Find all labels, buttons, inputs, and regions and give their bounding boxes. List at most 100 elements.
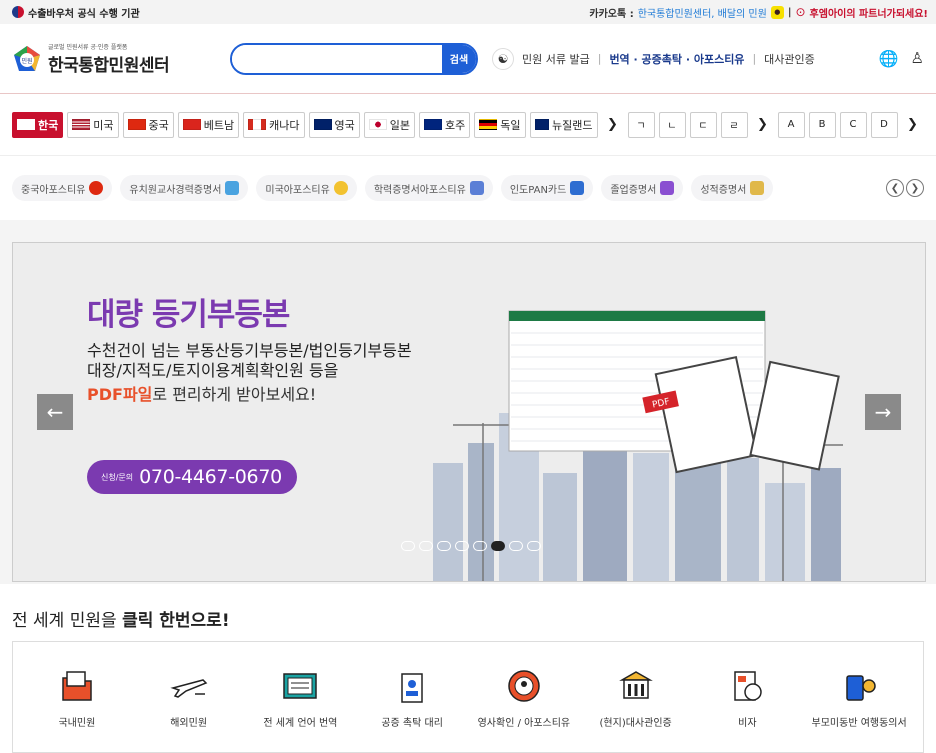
globe-icon[interactable]: 🌐 — [879, 49, 899, 68]
chip-label: 졸업증명서 — [610, 184, 657, 196]
gear-person-icon — [508, 669, 540, 702]
service-translation[interactable]: 전 세계 언어 번역 — [246, 666, 354, 729]
banner-dot[interactable] — [527, 541, 541, 551]
chip-usa-apostille[interactable]: 미국아포스티유 — [256, 175, 357, 201]
country-tab-australia[interactable]: 호주 — [419, 111, 471, 138]
chip-kindergarten-cert[interactable]: 유치원교사경력증명서 — [120, 175, 249, 201]
chip-graduation-cert[interactable]: 졸업증명서 — [601, 175, 684, 201]
search-box: 검색 — [230, 42, 478, 75]
nav-services-link[interactable]: 번역 · 공증촉탁 · 아포스티유 — [609, 51, 744, 67]
country-tab-usa[interactable]: 미국 — [67, 111, 119, 138]
country-label: 미국 — [93, 118, 114, 132]
logo-subtitle: 글로벌 민원서류 공·인증 플랫폼 — [48, 43, 128, 51]
korean-letter-tab[interactable]: ㄱ — [627, 111, 655, 138]
country-tab-korea[interactable]: 한국 — [12, 111, 64, 138]
country-tab-canada[interactable]: 캐나다 — [243, 111, 305, 138]
partner-link[interactable]: 후엠아이의 파트너가되세요! — [810, 5, 928, 20]
latin-letter-tab[interactable]: A — [777, 111, 805, 138]
banner-phone-button[interactable]: 신청/문의 070-4467-0670 — [87, 460, 297, 494]
korean-letter-tab[interactable]: ㄹ — [720, 111, 748, 138]
banner-dot[interactable] — [491, 541, 505, 551]
kakao-icon[interactable]: ● — [770, 5, 784, 19]
latin-letter-tab[interactable]: C — [839, 111, 867, 138]
banner-next-icon[interactable]: → — [865, 394, 901, 430]
banner-dot[interactable] — [473, 541, 487, 551]
country-tab-japan[interactable]: 일본 — [363, 111, 415, 138]
country-tab-vietnam[interactable]: 베트남 — [177, 111, 240, 138]
banner-dot[interactable] — [509, 541, 523, 551]
top-bar-left: 수출바우처 공식 수행 기관 — [12, 5, 140, 20]
china-flag-icon — [127, 119, 146, 130]
id-card-icon — [225, 181, 240, 195]
service-domestic[interactable]: 국내민원 — [23, 666, 131, 729]
banner-line3-rest: 로 편리하게 받아보세요! — [152, 385, 317, 404]
country-tab-uk[interactable]: 영국 — [308, 111, 360, 138]
banner-prev-icon[interactable]: ← — [37, 394, 73, 430]
country-tab-germany[interactable]: 독일 — [474, 111, 526, 138]
nav-issue-link[interactable]: 민원 서류 발급 — [522, 51, 590, 67]
japan-flag-icon — [368, 119, 387, 130]
hero-banner[interactable]: PDF 대량 등기부등본 수천건이 넘는 부동산등기부등본/법인등기부등본 대장/… — [12, 242, 926, 582]
vietnam-flag-icon — [182, 119, 201, 130]
china-flag-icon — [89, 181, 104, 195]
logo-name: 한국통합민원센터 — [48, 55, 170, 76]
latin-letter-tab[interactable]: D — [870, 111, 898, 138]
chip-prev-icon[interactable]: ❮ — [886, 179, 904, 197]
service-travel-consent[interactable]: 부모미동반 여행동의서 — [805, 666, 913, 729]
chip-degree-apostille[interactable]: 학력증명서아포스티유 — [364, 175, 493, 201]
usa-flag-icon — [72, 119, 91, 130]
nav-embassy-link[interactable]: 대사관인증 — [764, 51, 815, 67]
korean-next-arrow-icon[interactable]: ❯ — [752, 117, 774, 132]
country-tabs: 한국 미국 중국 베트남 캐나다 영국 일본 호주 독일 뉴질랜드 ❯ ㄱ ㄴ … — [0, 94, 936, 156]
chip-label: 미국아포스티유 — [265, 184, 330, 196]
chip-india-pan[interactable]: 인도PAN카드 — [500, 175, 594, 201]
spacer — [0, 220, 936, 242]
partner-search-icon: ⊙ — [795, 5, 806, 19]
section-title-prefix: 전 세계 민원을 — [12, 611, 117, 631]
cap-icon — [660, 181, 675, 195]
service-visa[interactable]: 비자 — [693, 666, 801, 729]
logo-badge: 민원 — [21, 57, 32, 65]
chip-label: 학력증명서아포스티유 — [373, 184, 466, 196]
chip-china-apostille[interactable]: 중국아포스티유 — [12, 175, 113, 201]
country-label: 독일 — [500, 118, 521, 132]
latin-letter-tab[interactable]: B — [808, 111, 836, 138]
korean-letter-tab[interactable]: ㄴ — [658, 111, 686, 138]
chip-transcript[interactable]: 성적증명서 — [691, 175, 774, 201]
banner-dot[interactable] — [437, 541, 451, 551]
banner-dot[interactable] — [401, 541, 415, 551]
visa-icon — [734, 670, 763, 701]
korea-flag-icon[interactable]: ☯ — [492, 47, 514, 70]
header-nav: ☯ 민원 서류 발급 | 번역 · 공증촉탁 · 아포스티유 | 대사관인증 — [492, 47, 815, 70]
country-label: 호주 — [445, 118, 466, 132]
medal-icon — [333, 181, 348, 195]
service-apostille[interactable]: 영사확인 / 아포스티유 — [470, 666, 578, 729]
banner-highlight: PDF파일 — [87, 385, 153, 404]
country-label: 캐나다 — [269, 118, 300, 132]
country-label: 영국 — [334, 118, 355, 132]
transcript-icon — [750, 181, 765, 195]
section-title: 전 세계 민원을 클릭 한번으로! — [12, 606, 924, 631]
service-notary[interactable]: 공증 촉탁 대리 — [358, 666, 466, 729]
chip-next-icon[interactable]: ❯ — [906, 179, 924, 197]
country-tab-newzealand[interactable]: 뉴질랜드 — [529, 111, 598, 138]
banner-dot[interactable] — [419, 541, 433, 551]
user-icon[interactable]: ♙ — [911, 49, 924, 68]
country-label: 중국 — [148, 118, 169, 132]
service-embassy[interactable]: (현지)대사관인증 — [582, 666, 690, 729]
country-next-arrow-icon[interactable]: ❯ — [602, 117, 624, 132]
latin-next-arrow-icon[interactable]: ❯ — [902, 117, 924, 132]
kakao-link[interactable]: 한국통합민원센터, 배달의 민원 — [638, 5, 767, 20]
search-input[interactable] — [232, 44, 442, 73]
chip-label: 중국아포스티유 — [21, 184, 86, 196]
site-logo[interactable]: 민원 글로벌 민원서류 공·인증 플랫폼 한국통합민원센터 — [12, 42, 230, 76]
section-title-bold: 클릭 한번으로! — [122, 611, 230, 631]
canada-flag-icon — [248, 119, 267, 130]
embassy-icon — [618, 670, 653, 699]
service-overseas[interactable]: 해외민원 — [135, 666, 243, 729]
country-tab-china[interactable]: 중국 — [122, 111, 174, 138]
korean-letter-tab[interactable]: ㄷ — [689, 111, 717, 138]
banner-dot[interactable] — [455, 541, 469, 551]
kakao-prefix: 카카오톡 : — [589, 8, 634, 20]
search-button[interactable]: 검색 — [442, 44, 476, 73]
